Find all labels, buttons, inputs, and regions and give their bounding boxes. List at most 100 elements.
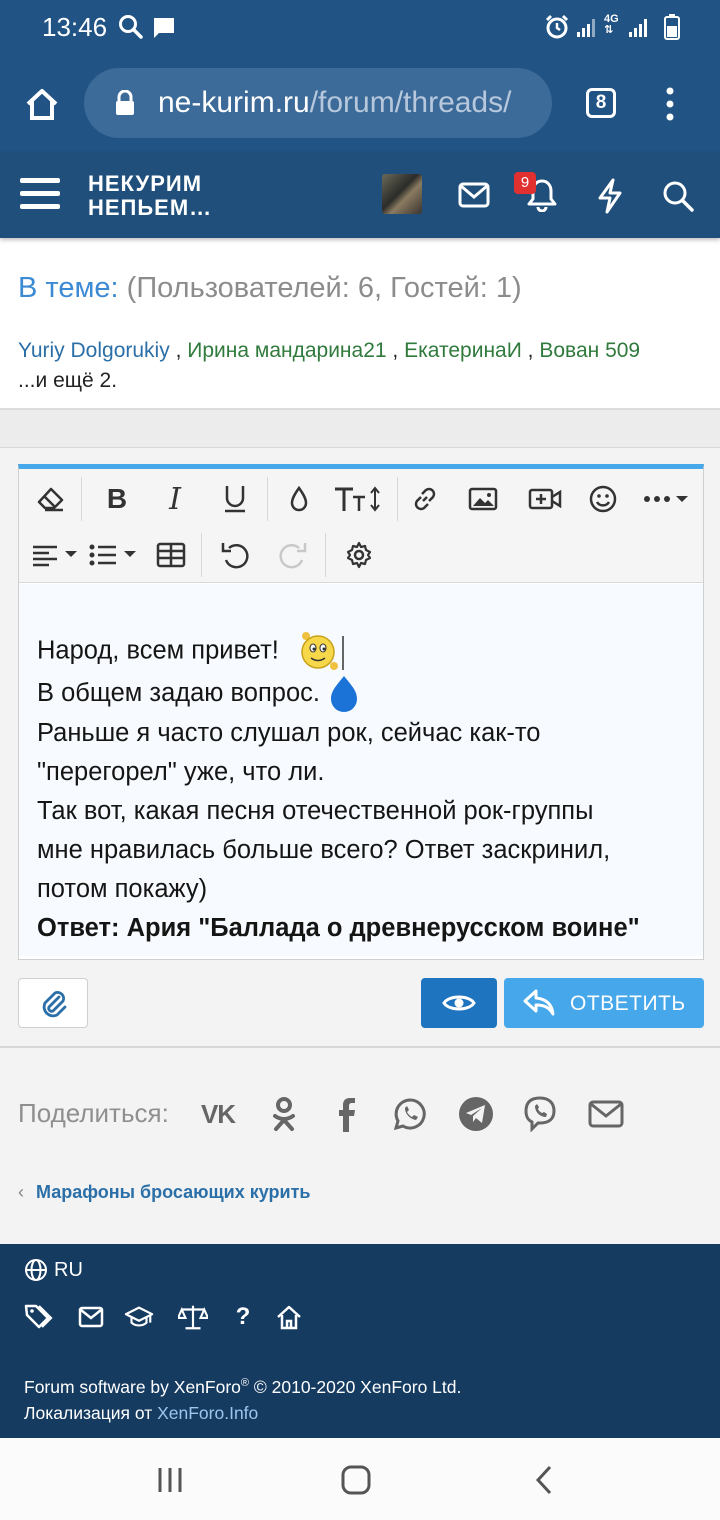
underline-icon[interactable] (213, 477, 257, 521)
text-color-drop-icon[interactable] (277, 477, 321, 521)
language-selector[interactable]: RU (24, 1258, 83, 1282)
post-line: Народ, всем привет! (37, 630, 687, 674)
recent-apps-icon[interactable] (150, 1460, 190, 1500)
user-link[interactable]: ЕкатеринаИ (404, 339, 522, 362)
inbox-icon[interactable] (458, 182, 490, 208)
editor-content[interactable]: Народ, всем привет! В общем задаю вопрос… (19, 584, 703, 956)
footer: RU ? Forum software by XenForo® © 2010-2… (0, 1244, 720, 1438)
separator: , (175, 339, 182, 362)
more-menu-icon[interactable] (660, 86, 680, 122)
localization-link[interactable]: XenForo.Info (157, 1403, 258, 1423)
chevron-left-icon: ‹ (18, 1182, 24, 1202)
table-icon[interactable] (149, 533, 193, 577)
notification-badge: 9 (514, 172, 536, 194)
vk-icon[interactable]: VK (198, 1094, 238, 1134)
email-icon[interactable] (586, 1094, 626, 1134)
site-logo[interactable]: НЕКУРИМ НЕПЬЕМ… (88, 172, 212, 220)
tab-count-button[interactable]: 8 (586, 88, 616, 118)
home-button-icon[interactable] (336, 1460, 376, 1500)
browser-toolbar: ne-kurim.ru/forum/threads/ 8 (0, 56, 720, 152)
list-icon[interactable] (85, 533, 141, 577)
link-icon[interactable] (403, 477, 447, 521)
settings-gear-icon[interactable] (337, 533, 381, 577)
divider-bar (0, 410, 720, 448)
align-icon[interactable] (27, 533, 83, 577)
attach-files-button[interactable] (18, 978, 88, 1028)
clear-format-icon[interactable] (29, 477, 73, 521)
signal-icon-2 (628, 16, 650, 38)
media-icon[interactable] (523, 477, 567, 521)
copyright-line: Forum software by XenForo® © 2010-2020 X… (24, 1376, 462, 1397)
undo-icon[interactable] (213, 533, 257, 577)
more-options-icon[interactable] (639, 477, 693, 521)
back-icon[interactable] (524, 1460, 564, 1500)
in-topic-users: Yuriy Dolgorukiy , Ирина мандарина21 , Е… (18, 336, 708, 396)
breadcrumb[interactable]: ‹ Марафоны бросающих курить (18, 1182, 310, 1203)
language-label: RU (54, 1258, 83, 1281)
address-bar[interactable]: ne-kurim.ru/forum/threads/ (84, 68, 552, 138)
smiley-emoji-icon (298, 630, 344, 674)
viber-icon[interactable] (520, 1094, 560, 1134)
telegram-icon[interactable] (456, 1094, 496, 1134)
user-link[interactable]: Вован 509 (539, 339, 640, 362)
alarm-icon (544, 14, 570, 40)
status-time: 13:46 (42, 12, 108, 42)
message-icon (152, 16, 176, 40)
contact-mail-icon[interactable] (76, 1302, 106, 1332)
android-nav-bar (0, 1438, 720, 1520)
image-icon[interactable] (461, 477, 505, 521)
signal-icon (576, 16, 598, 38)
redo-icon[interactable] (271, 533, 315, 577)
toolbar-separator (397, 477, 398, 521)
logo-line-2: НЕПЬЕМ… (88, 195, 213, 220)
font-size-icon[interactable] (331, 477, 387, 521)
avatar[interactable] (382, 174, 422, 214)
post-line: "перегорел" уже, что ли. (37, 758, 325, 787)
smiley-icon[interactable] (581, 477, 625, 521)
preview-button[interactable] (421, 978, 497, 1028)
network-4g-icon: 4G ⇅ (604, 13, 619, 36)
reply-label: ОТВЕТИТЬ (570, 992, 686, 1015)
toolbar-separator (81, 477, 82, 521)
in-topic-block: В теме: (Пользователей: 6, Гостей: 1) Yu… (0, 258, 720, 410)
user-link[interactable]: Ирина мандарина21 (187, 339, 386, 362)
reply-area: B I Народ, всем привет! В общем задаю во… (0, 448, 720, 1048)
more-users-text: ...и ещё 2. (18, 369, 118, 392)
eye-icon (442, 992, 476, 1014)
paperclip-icon (39, 988, 67, 1018)
post-line: потом покажу) (37, 875, 208, 904)
help-question-icon[interactable]: ? (228, 1302, 258, 1332)
italic-icon[interactable]: I (153, 477, 197, 521)
scales-icon[interactable] (178, 1302, 208, 1332)
home-icon[interactable] (22, 84, 62, 124)
rich-text-editor: B I Народ, всем привет! В общем задаю во… (18, 464, 704, 960)
battery-icon (664, 14, 680, 40)
separator: , (527, 339, 534, 362)
breadcrumb-link[interactable]: Марафоны бросающих курить (36, 1182, 310, 1202)
whatsapp-icon[interactable] (390, 1094, 430, 1134)
post-line: В общем задаю вопрос. (37, 674, 687, 714)
search-icon[interactable] (662, 180, 694, 212)
home-icon[interactable] (274, 1302, 304, 1332)
text-cursor-handle-icon[interactable] (327, 674, 361, 714)
in-topic-title: В теме: (Пользователей: 6, Гостей: 1) (18, 272, 522, 305)
reply-button[interactable]: ОТВЕТИТЬ (504, 978, 704, 1028)
tags-icon[interactable] (24, 1302, 54, 1332)
search-icon (118, 14, 144, 40)
lock-icon (114, 90, 136, 116)
in-topic-stats: (Пользователей: 6, Гостей: 1) (126, 272, 522, 304)
lightning-icon[interactable] (596, 178, 624, 214)
toolbar-separator (325, 533, 326, 577)
graduation-cap-icon[interactable] (124, 1302, 154, 1332)
globe-icon (24, 1258, 48, 1282)
copyright-text: Forum software by XenForo® © 2010-2020 X… (24, 1370, 461, 1426)
toolbar-separator (267, 477, 268, 521)
facebook-icon[interactable] (326, 1094, 366, 1134)
post-line: Так вот, какая песня отечественной рок-г… (37, 797, 594, 826)
user-link[interactable]: Yuriy Dolgorukiy (18, 339, 170, 362)
odnoklassniki-icon[interactable] (264, 1094, 304, 1134)
localization-line: Локализация от XenForo.Info (24, 1402, 259, 1423)
bold-icon[interactable]: B (95, 477, 139, 521)
post-line: мне нравилась больше всего? Ответ заскри… (37, 836, 611, 865)
hamburger-menu-icon[interactable] (20, 176, 60, 212)
